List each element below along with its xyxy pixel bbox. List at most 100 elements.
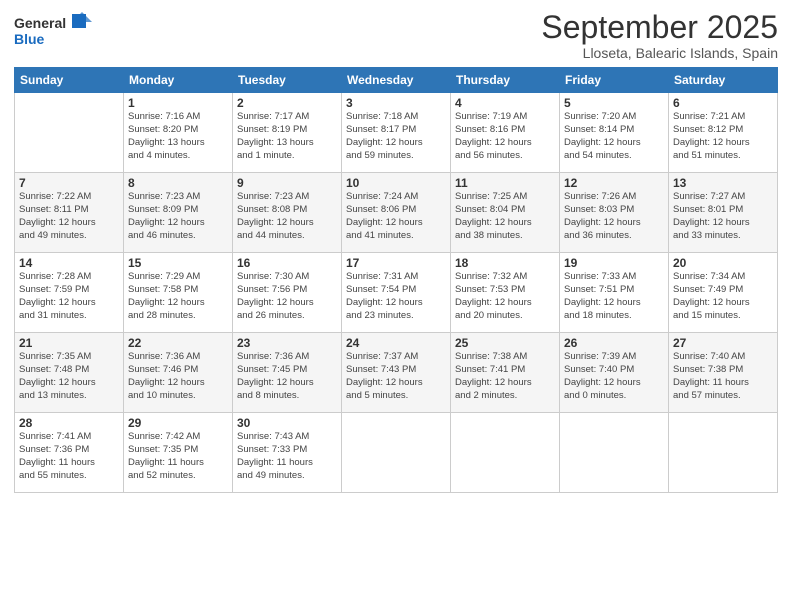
calendar-cell: 10Sunrise: 7:24 AM Sunset: 8:06 PM Dayli… (342, 173, 451, 253)
day-number: 4 (455, 96, 555, 110)
day-info: Sunrise: 7:24 AM Sunset: 8:06 PM Dayligh… (346, 191, 446, 242)
day-number: 28 (19, 416, 119, 430)
calendar-week-row: 1Sunrise: 7:16 AM Sunset: 8:20 PM Daylig… (15, 93, 778, 173)
day-number: 12 (564, 176, 664, 190)
day-info: Sunrise: 7:32 AM Sunset: 7:53 PM Dayligh… (455, 271, 555, 322)
day-number: 7 (19, 176, 119, 190)
title-area: September 2025 Lloseta, Balearic Islands… (541, 10, 778, 61)
day-info: Sunrise: 7:36 AM Sunset: 7:46 PM Dayligh… (128, 351, 228, 402)
calendar-cell: 11Sunrise: 7:25 AM Sunset: 8:04 PM Dayli… (451, 173, 560, 253)
day-info: Sunrise: 7:20 AM Sunset: 8:14 PM Dayligh… (564, 111, 664, 162)
svg-text:Blue: Blue (14, 31, 45, 47)
subtitle: Lloseta, Balearic Islands, Spain (541, 45, 778, 61)
day-header-sunday: Sunday (15, 68, 124, 93)
day-number: 20 (673, 256, 773, 270)
day-number: 22 (128, 336, 228, 350)
day-number: 16 (237, 256, 337, 270)
calendar-cell: 14Sunrise: 7:28 AM Sunset: 7:59 PM Dayli… (15, 253, 124, 333)
calendar-cell (669, 413, 778, 493)
day-header-wednesday: Wednesday (342, 68, 451, 93)
day-number: 2 (237, 96, 337, 110)
calendar-table: SundayMondayTuesdayWednesdayThursdayFrid… (14, 67, 778, 493)
day-info: Sunrise: 7:43 AM Sunset: 7:33 PM Dayligh… (237, 431, 337, 482)
calendar-cell: 26Sunrise: 7:39 AM Sunset: 7:40 PM Dayli… (560, 333, 669, 413)
day-header-thursday: Thursday (451, 68, 560, 93)
header: General Blue September 2025 Lloseta, Bal… (14, 10, 778, 61)
calendar-cell: 25Sunrise: 7:38 AM Sunset: 7:41 PM Dayli… (451, 333, 560, 413)
calendar-cell: 2Sunrise: 7:17 AM Sunset: 8:19 PM Daylig… (233, 93, 342, 173)
day-info: Sunrise: 7:28 AM Sunset: 7:59 PM Dayligh… (19, 271, 119, 322)
day-info: Sunrise: 7:25 AM Sunset: 8:04 PM Dayligh… (455, 191, 555, 242)
calendar-cell: 12Sunrise: 7:26 AM Sunset: 8:03 PM Dayli… (560, 173, 669, 253)
day-number: 6 (673, 96, 773, 110)
day-number: 25 (455, 336, 555, 350)
day-number: 14 (19, 256, 119, 270)
calendar-week-row: 7Sunrise: 7:22 AM Sunset: 8:11 PM Daylig… (15, 173, 778, 253)
day-info: Sunrise: 7:35 AM Sunset: 7:48 PM Dayligh… (19, 351, 119, 402)
calendar-cell: 13Sunrise: 7:27 AM Sunset: 8:01 PM Dayli… (669, 173, 778, 253)
logo-svg: General Blue (14, 10, 94, 50)
calendar-cell: 22Sunrise: 7:36 AM Sunset: 7:46 PM Dayli… (124, 333, 233, 413)
day-info: Sunrise: 7:18 AM Sunset: 8:17 PM Dayligh… (346, 111, 446, 162)
day-info: Sunrise: 7:34 AM Sunset: 7:49 PM Dayligh… (673, 271, 773, 322)
day-number: 30 (237, 416, 337, 430)
calendar-week-row: 14Sunrise: 7:28 AM Sunset: 7:59 PM Dayli… (15, 253, 778, 333)
calendar-week-row: 21Sunrise: 7:35 AM Sunset: 7:48 PM Dayli… (15, 333, 778, 413)
calendar-week-row: 28Sunrise: 7:41 AM Sunset: 7:36 PM Dayli… (15, 413, 778, 493)
logo-area: General Blue (14, 10, 94, 55)
day-number: 26 (564, 336, 664, 350)
day-info: Sunrise: 7:36 AM Sunset: 7:45 PM Dayligh… (237, 351, 337, 402)
day-number: 19 (564, 256, 664, 270)
day-number: 3 (346, 96, 446, 110)
calendar-cell: 16Sunrise: 7:30 AM Sunset: 7:56 PM Dayli… (233, 253, 342, 333)
calendar-cell: 29Sunrise: 7:42 AM Sunset: 7:35 PM Dayli… (124, 413, 233, 493)
day-header-friday: Friday (560, 68, 669, 93)
calendar-cell (342, 413, 451, 493)
day-number: 10 (346, 176, 446, 190)
day-number: 9 (237, 176, 337, 190)
calendar-cell: 24Sunrise: 7:37 AM Sunset: 7:43 PM Dayli… (342, 333, 451, 413)
day-info: Sunrise: 7:37 AM Sunset: 7:43 PM Dayligh… (346, 351, 446, 402)
calendar-cell: 28Sunrise: 7:41 AM Sunset: 7:36 PM Dayli… (15, 413, 124, 493)
day-info: Sunrise: 7:38 AM Sunset: 7:41 PM Dayligh… (455, 351, 555, 402)
calendar-cell: 23Sunrise: 7:36 AM Sunset: 7:45 PM Dayli… (233, 333, 342, 413)
day-info: Sunrise: 7:40 AM Sunset: 7:38 PM Dayligh… (673, 351, 773, 402)
calendar-cell: 15Sunrise: 7:29 AM Sunset: 7:58 PM Dayli… (124, 253, 233, 333)
calendar-cell: 9Sunrise: 7:23 AM Sunset: 8:08 PM Daylig… (233, 173, 342, 253)
calendar-cell: 1Sunrise: 7:16 AM Sunset: 8:20 PM Daylig… (124, 93, 233, 173)
day-info: Sunrise: 7:16 AM Sunset: 8:20 PM Dayligh… (128, 111, 228, 162)
day-info: Sunrise: 7:21 AM Sunset: 8:12 PM Dayligh… (673, 111, 773, 162)
calendar-cell: 21Sunrise: 7:35 AM Sunset: 7:48 PM Dayli… (15, 333, 124, 413)
calendar-cell: 20Sunrise: 7:34 AM Sunset: 7:49 PM Dayli… (669, 253, 778, 333)
calendar-cell (451, 413, 560, 493)
day-number: 5 (564, 96, 664, 110)
day-number: 23 (237, 336, 337, 350)
day-info: Sunrise: 7:30 AM Sunset: 7:56 PM Dayligh… (237, 271, 337, 322)
day-info: Sunrise: 7:23 AM Sunset: 8:09 PM Dayligh… (128, 191, 228, 242)
day-info: Sunrise: 7:41 AM Sunset: 7:36 PM Dayligh… (19, 431, 119, 482)
day-info: Sunrise: 7:42 AM Sunset: 7:35 PM Dayligh… (128, 431, 228, 482)
calendar-cell: 4Sunrise: 7:19 AM Sunset: 8:16 PM Daylig… (451, 93, 560, 173)
day-info: Sunrise: 7:22 AM Sunset: 8:11 PM Dayligh… (19, 191, 119, 242)
calendar-cell: 27Sunrise: 7:40 AM Sunset: 7:38 PM Dayli… (669, 333, 778, 413)
calendar-cell: 6Sunrise: 7:21 AM Sunset: 8:12 PM Daylig… (669, 93, 778, 173)
day-header-monday: Monday (124, 68, 233, 93)
day-number: 29 (128, 416, 228, 430)
svg-text:General: General (14, 15, 66, 31)
day-number: 11 (455, 176, 555, 190)
day-info: Sunrise: 7:27 AM Sunset: 8:01 PM Dayligh… (673, 191, 773, 242)
day-number: 15 (128, 256, 228, 270)
day-info: Sunrise: 7:39 AM Sunset: 7:40 PM Dayligh… (564, 351, 664, 402)
day-info: Sunrise: 7:23 AM Sunset: 8:08 PM Dayligh… (237, 191, 337, 242)
day-number: 1 (128, 96, 228, 110)
calendar-cell: 7Sunrise: 7:22 AM Sunset: 8:11 PM Daylig… (15, 173, 124, 253)
day-number: 21 (19, 336, 119, 350)
calendar-body: 1Sunrise: 7:16 AM Sunset: 8:20 PM Daylig… (15, 93, 778, 493)
day-info: Sunrise: 7:17 AM Sunset: 8:19 PM Dayligh… (237, 111, 337, 162)
day-number: 13 (673, 176, 773, 190)
day-info: Sunrise: 7:26 AM Sunset: 8:03 PM Dayligh… (564, 191, 664, 242)
day-info: Sunrise: 7:19 AM Sunset: 8:16 PM Dayligh… (455, 111, 555, 162)
calendar-cell (15, 93, 124, 173)
day-number: 27 (673, 336, 773, 350)
calendar-cell: 17Sunrise: 7:31 AM Sunset: 7:54 PM Dayli… (342, 253, 451, 333)
